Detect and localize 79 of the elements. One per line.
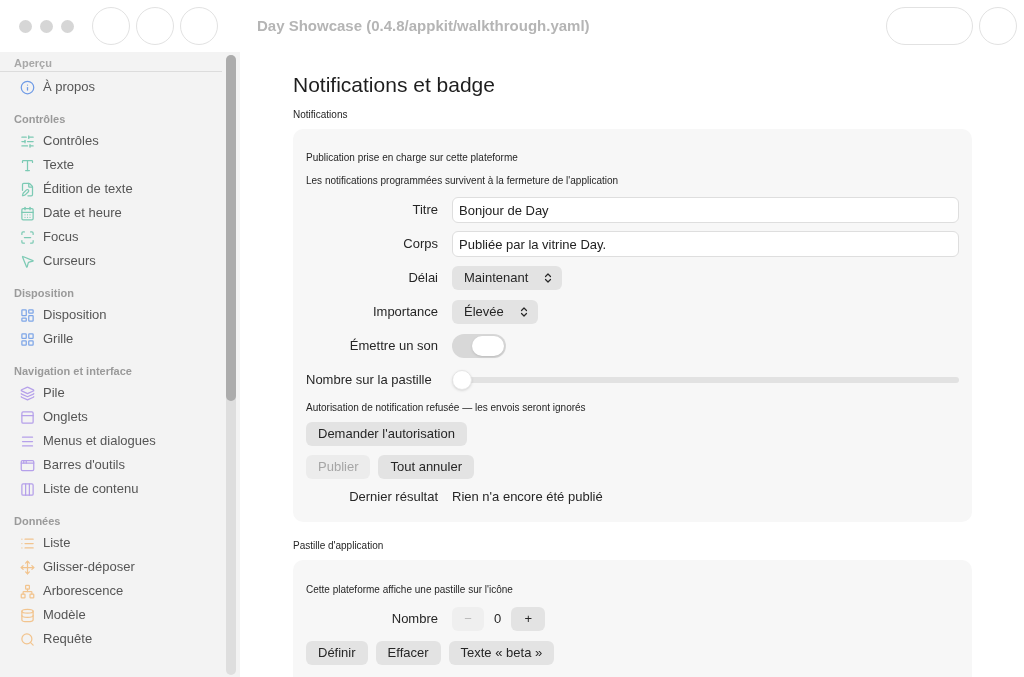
slider[interactable] <box>452 369 959 391</box>
sidebar-item[interactable]: Texte <box>14 153 214 177</box>
field-label: Délai <box>407 269 438 288</box>
grid-icon <box>20 331 35 347</box>
sliders-icon <box>20 133 35 149</box>
cursor-icon <box>20 253 35 269</box>
sidebar-section-header: Contrôles <box>14 112 67 126</box>
field-label: Corps <box>402 235 438 254</box>
section-heading: Pastille d'application <box>293 538 385 553</box>
sidebar-item[interactable]: Barres d'outils <box>14 453 214 477</box>
sidebar-item[interactable]: Modèle <box>14 603 214 627</box>
field-label: Importance <box>371 303 438 322</box>
sidebar-item[interactable]: Arborescence <box>14 579 214 603</box>
sidebar-section-header: Disposition <box>14 286 75 300</box>
action-button[interactable]: Texte « beta » <box>448 640 555 665</box>
note-text: Publication prise en charge sur cette plateforme <box>306 151 519 165</box>
focus-frame-icon <box>20 229 35 245</box>
request-permission-button[interactable]: Demander l'autorisation <box>306 421 467 446</box>
calendar-icon <box>20 205 35 221</box>
sidebar-section-header: Navigation et interface <box>14 364 133 378</box>
window-icon <box>20 457 35 473</box>
tree-icon <box>20 583 35 599</box>
page-title: Notifications et badge <box>293 72 496 98</box>
slider-thumb[interactable] <box>452 370 472 390</box>
increment-button[interactable]: + <box>511 606 546 631</box>
sidebar-item[interactable]: Édition de texte <box>14 177 214 201</box>
scrollbar[interactable] <box>226 55 236 675</box>
note-text: Les notifications programmées survivent à la fermeture de l'application <box>306 174 620 188</box>
sidebar-item[interactable]: Menus et dialogues <box>14 429 214 453</box>
tab-panel-icon <box>20 409 35 425</box>
search-icon <box>20 631 35 647</box>
sidebar-item[interactable]: Disposition <box>14 303 214 327</box>
text-size-icon <box>20 157 35 173</box>
sidebar-item[interactable]: Contrôles <box>14 129 214 153</box>
note-text: Cette plateforme affiche une pastille sur l'icône <box>306 582 514 597</box>
select-popup[interactable]: Élevée <box>452 300 538 324</box>
field-label: Nombre sur la pastille <box>306 371 433 390</box>
window-title: Day Showcase (0.4.8/appkit/walkthrough.yaml) <box>257 15 590 36</box>
text-field[interactable]: Publiée par la vitrine Day. <box>452 231 959 257</box>
columns-icon <box>20 481 35 497</box>
stack-icon <box>20 385 35 401</box>
permission-note: Autorisation de notification refusée — les envois seront ignorés <box>306 401 587 415</box>
sidebar-item[interactable]: Requête <box>14 627 214 651</box>
action-button[interactable]: Effacer <box>375 640 441 665</box>
window-control[interactable] <box>40 19 53 33</box>
window-control[interactable] <box>19 19 32 33</box>
sidebar-section-header: Aperçu <box>0 56 222 72</box>
field-label: Émettre un son <box>348 337 438 356</box>
sidebar-item[interactable]: Liste <box>14 531 214 555</box>
select-popup[interactable]: Maintenant <box>452 266 563 290</box>
scrollbar-thumb[interactable] <box>226 55 236 401</box>
database-icon <box>20 607 35 623</box>
sidebar-item[interactable]: Liste de contenu <box>14 477 214 501</box>
sidebar-item[interactable]: Onglets <box>14 405 214 429</box>
sidebar-item[interactable]: Date et heure <box>14 201 214 225</box>
result-value: Rien n'a encore été publié <box>452 488 603 506</box>
move-arrows-icon <box>20 559 35 575</box>
sidebar-item[interactable]: Pile <box>14 381 214 405</box>
list-icon <box>20 535 35 551</box>
stepper-value: 0 <box>494 610 502 628</box>
field-label: Nombre <box>390 610 438 628</box>
action-button[interactable]: Définir <box>306 640 368 665</box>
field-label: Titre <box>411 201 438 220</box>
menu-icon <box>20 433 35 449</box>
info-icon <box>20 79 35 95</box>
sidebar-item[interactable]: Focus <box>14 225 214 249</box>
sidebar-item[interactable]: À propos <box>14 75 214 99</box>
sidebar-item[interactable]: Glisser-déposer <box>14 555 214 579</box>
document-pen-icon <box>20 181 35 197</box>
result-label: Dernier résultat <box>348 488 438 506</box>
sidebar-section-header: Données <box>14 514 62 528</box>
text-field[interactable]: Bonjour de Day <box>452 197 959 223</box>
window-control[interactable] <box>61 19 74 33</box>
layout-icon <box>20 307 35 323</box>
sidebar-item[interactable]: Curseurs <box>14 249 214 273</box>
toggle-switch[interactable] <box>452 334 506 358</box>
action-button[interactable]: Tout annuler <box>378 454 475 479</box>
sidebar-item[interactable]: Grille <box>14 327 214 351</box>
section-heading: Notifications <box>293 108 349 122</box>
